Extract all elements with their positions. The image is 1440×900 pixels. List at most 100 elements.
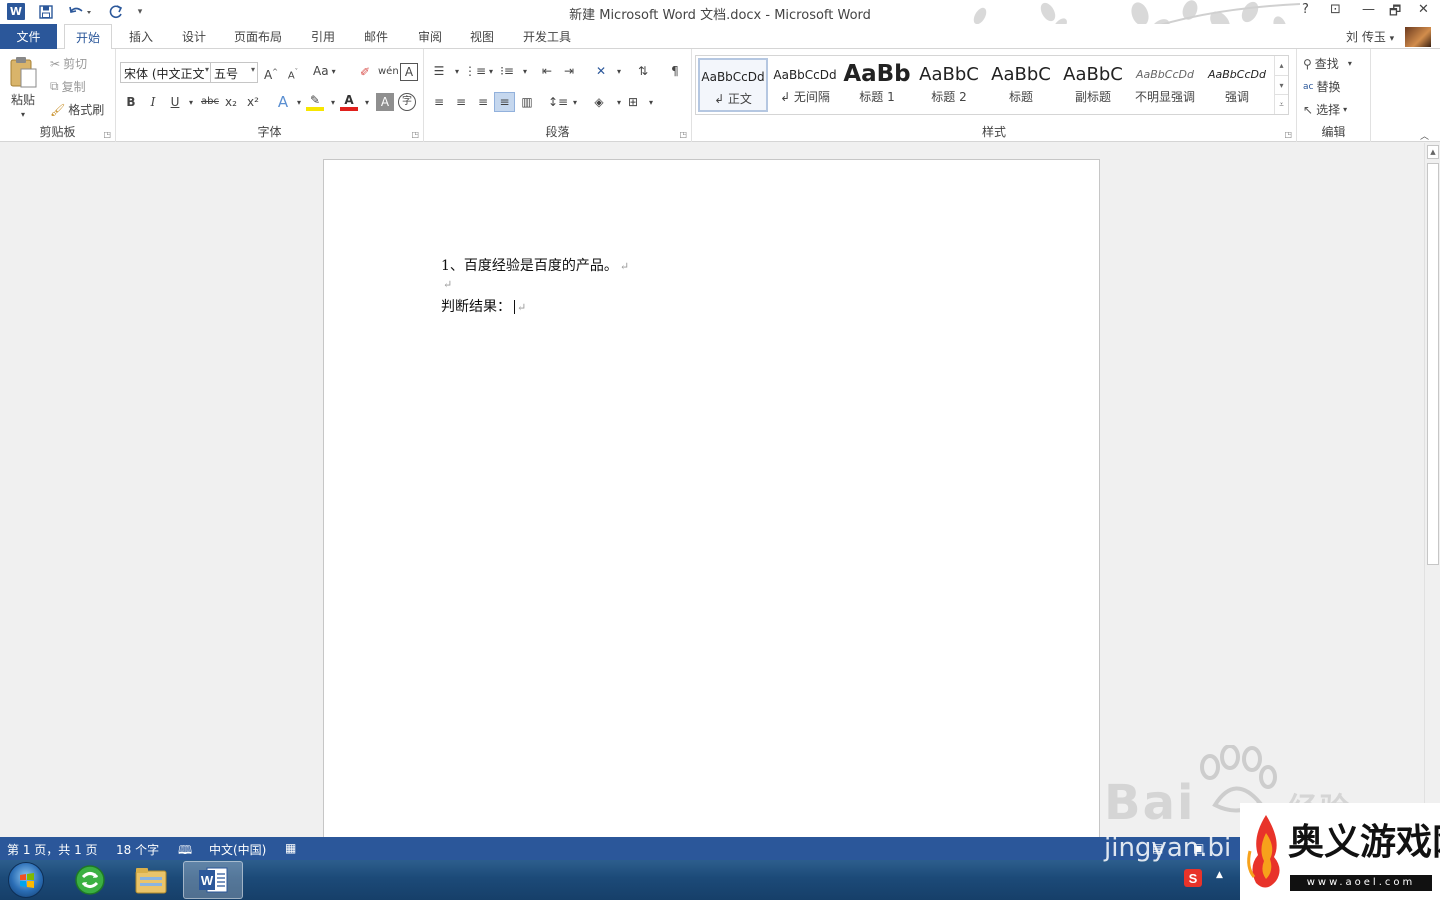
language[interactable]: 中文(中国) [209,841,266,858]
avatar[interactable] [1405,27,1431,47]
align-right-icon[interactable]: ≡ [474,93,492,111]
shading-icon[interactable]: ◈ [590,93,608,111]
minimize-button[interactable]: — [1362,2,1375,17]
font-launcher-icon[interactable]: ◳ [411,130,419,139]
show-hide-marks-icon[interactable]: ¶ [666,62,684,80]
clipboard-group-label: 剪贴板 [39,125,76,139]
document-line[interactable]: 1、百度经验是百度的产品。 ↵ [441,255,629,275]
user-account[interactable]: 刘 传玉 ▾ [1346,28,1394,45]
bold-button[interactable]: B [122,93,140,111]
vertical-scrollbar[interactable]: ▲ [1424,143,1440,837]
increase-indent-icon[interactable]: ⇥ [560,62,578,80]
show-hidden-icons-icon[interactable]: ▲ [1216,870,1223,880]
style-heading-2[interactable]: AaBbC 标题 2 [914,58,984,112]
tab-home[interactable]: 开始 [64,24,112,50]
document-line[interactable]: 判断结果： ↵ [441,296,526,316]
tab-mailings[interactable]: 邮件 [354,24,398,49]
distributed-icon[interactable]: ▥ [518,93,536,111]
close-button[interactable]: ✕ [1418,2,1429,17]
clear-formatting-icon[interactable]: ✐ [356,63,374,81]
gallery-up-icon[interactable]: ▴ [1275,56,1288,75]
highlight-icon[interactable]: ✎ [306,93,324,111]
document-area[interactable]: 1、百度经验是百度的产品。 ↵ ↵ 判断结果： ↵ [0,143,1424,837]
align-center-icon[interactable]: ≡ [452,93,470,111]
word-count[interactable]: 18 个字 [116,841,159,858]
enclose-characters-icon[interactable]: 字 [398,93,416,111]
word-icon: W [199,867,228,893]
line-spacing-dropdown-icon[interactable]: ▾ [566,94,584,112]
italic-button[interactable]: I [144,93,162,111]
document-page[interactable]: 1、百度经验是百度的产品。 ↵ ↵ 判断结果： ↵ [323,159,1100,837]
multilevel-dropdown-icon[interactable]: ▾ [516,63,534,81]
font-name-select[interactable]: 宋体 (中文正文 ▾ [120,62,212,83]
phonetic-guide-icon[interactable]: wén [378,63,399,81]
style-subtle-emphasis[interactable]: AaBbCcDd 不明显强调 [1130,58,1200,112]
styles-launcher-icon[interactable]: ◳ [1284,130,1292,139]
style-normal[interactable]: AaBbCcDd ↲ 正文 [698,58,768,112]
change-case-button[interactable]: Aa ▾ [313,64,336,78]
help-button[interactable]: ? [1302,2,1309,17]
font-color-dropdown-icon[interactable]: ▾ [358,94,376,112]
style-heading-1[interactable]: AaBb 标题 1 [842,58,912,112]
justify-icon[interactable]: ≡ [494,92,515,112]
collapse-ribbon-icon[interactable]: ︿ [1420,129,1429,142]
sort-icon[interactable]: ⇅ [634,62,652,80]
style-emphasis[interactable]: AaBbCcDd 强调 [1202,58,1272,112]
proofing-icon[interactable]: 🕮 [178,841,192,862]
restore-button[interactable]: 🗗 [1389,2,1401,24]
character-border-icon[interactable]: A [400,63,418,81]
font-size-select[interactable]: 五号 ▾ [210,62,258,83]
gallery-more-icon[interactable]: ⩡ [1275,94,1288,113]
strikethrough-button[interactable]: abc [198,93,222,111]
bullets-icon[interactable]: ☰ [430,62,448,80]
numbering-icon[interactable]: ⋮≡ [464,62,486,80]
tab-design[interactable]: 设计 [172,24,216,49]
styles-gallery-scroll[interactable]: ▴ ▾ ⩡ [1274,56,1288,114]
font-color-icon[interactable]: A [340,93,358,111]
style-title[interactable]: AaBbC 标题 [986,58,1056,112]
tab-review[interactable]: 审阅 [408,24,452,49]
shrink-font-icon[interactable]: Aˇ [284,63,302,81]
tab-page-layout[interactable]: 页面布局 [224,24,292,49]
tab-insert[interactable]: 插入 [119,24,163,49]
tab-developer[interactable]: 开发工具 [513,24,581,49]
gallery-down-icon[interactable]: ▾ [1275,75,1288,94]
document-line[interactable]: ↵ [441,276,452,292]
tab-file[interactable]: 文件 [0,24,57,49]
chinese-layout-icon[interactable]: ✕ [592,62,610,80]
tab-references[interactable]: 引用 [301,24,345,49]
scroll-up-icon[interactable]: ▲ [1427,145,1439,159]
sogou-ime-icon[interactable]: S [1184,869,1202,890]
character-shading-icon[interactable]: A [376,93,394,111]
borders-dropdown-icon[interactable]: ▾ [642,94,660,112]
taskbar-explorer-button[interactable] [121,861,181,899]
find-button[interactable]: ⚲ 查找 ▾ [1303,55,1352,72]
multilevel-list-icon[interactable]: ⁝≡ [498,62,516,80]
replace-button[interactable]: ac 替换 [1303,78,1340,95]
page-count[interactable]: 第 1 页，共 1 页 [7,841,98,858]
paragraph-launcher-icon[interactable]: ◳ [679,130,687,139]
chinese-layout-dropdown-icon[interactable]: ▾ [610,63,628,81]
ribbon-display-options-button[interactable]: ⊡ [1330,2,1341,17]
clipboard-launcher-icon[interactable]: ◳ [103,130,111,139]
scroll-thumb[interactable] [1427,163,1439,565]
cut-button[interactable]: ✂ 剪切 [50,55,87,72]
superscript-button[interactable]: x² [244,93,262,111]
start-button[interactable] [8,862,44,898]
paste-button[interactable]: 粘贴 ▾ [8,55,38,119]
macro-recording-icon[interactable]: ▦ [285,841,296,855]
grow-font-icon[interactable]: A^ [262,63,280,82]
copy-button[interactable]: ⧉ 复制 [50,78,86,95]
decrease-indent-icon[interactable]: ⇤ [538,62,556,80]
subscript-button[interactable]: x₂ [222,93,240,111]
line-spacing-icon[interactable]: ↕≡ [548,93,568,111]
style-subtitle[interactable]: AaBbC 副标题 [1058,58,1128,112]
taskbar-word-button[interactable]: W [183,861,243,899]
tab-view[interactable]: 视图 [460,24,504,49]
style-no-spacing[interactable]: AaBbCcDd ↲ 无间隔 [770,58,840,112]
align-left-icon[interactable]: ≡ [430,93,448,111]
select-button[interactable]: ↖ 选择 ▾ [1303,101,1347,118]
taskbar-browser-button[interactable] [60,861,120,899]
format-painter-button[interactable]: 🖌 格式刷 [50,101,104,118]
borders-icon[interactable]: ⊞ [624,93,642,111]
